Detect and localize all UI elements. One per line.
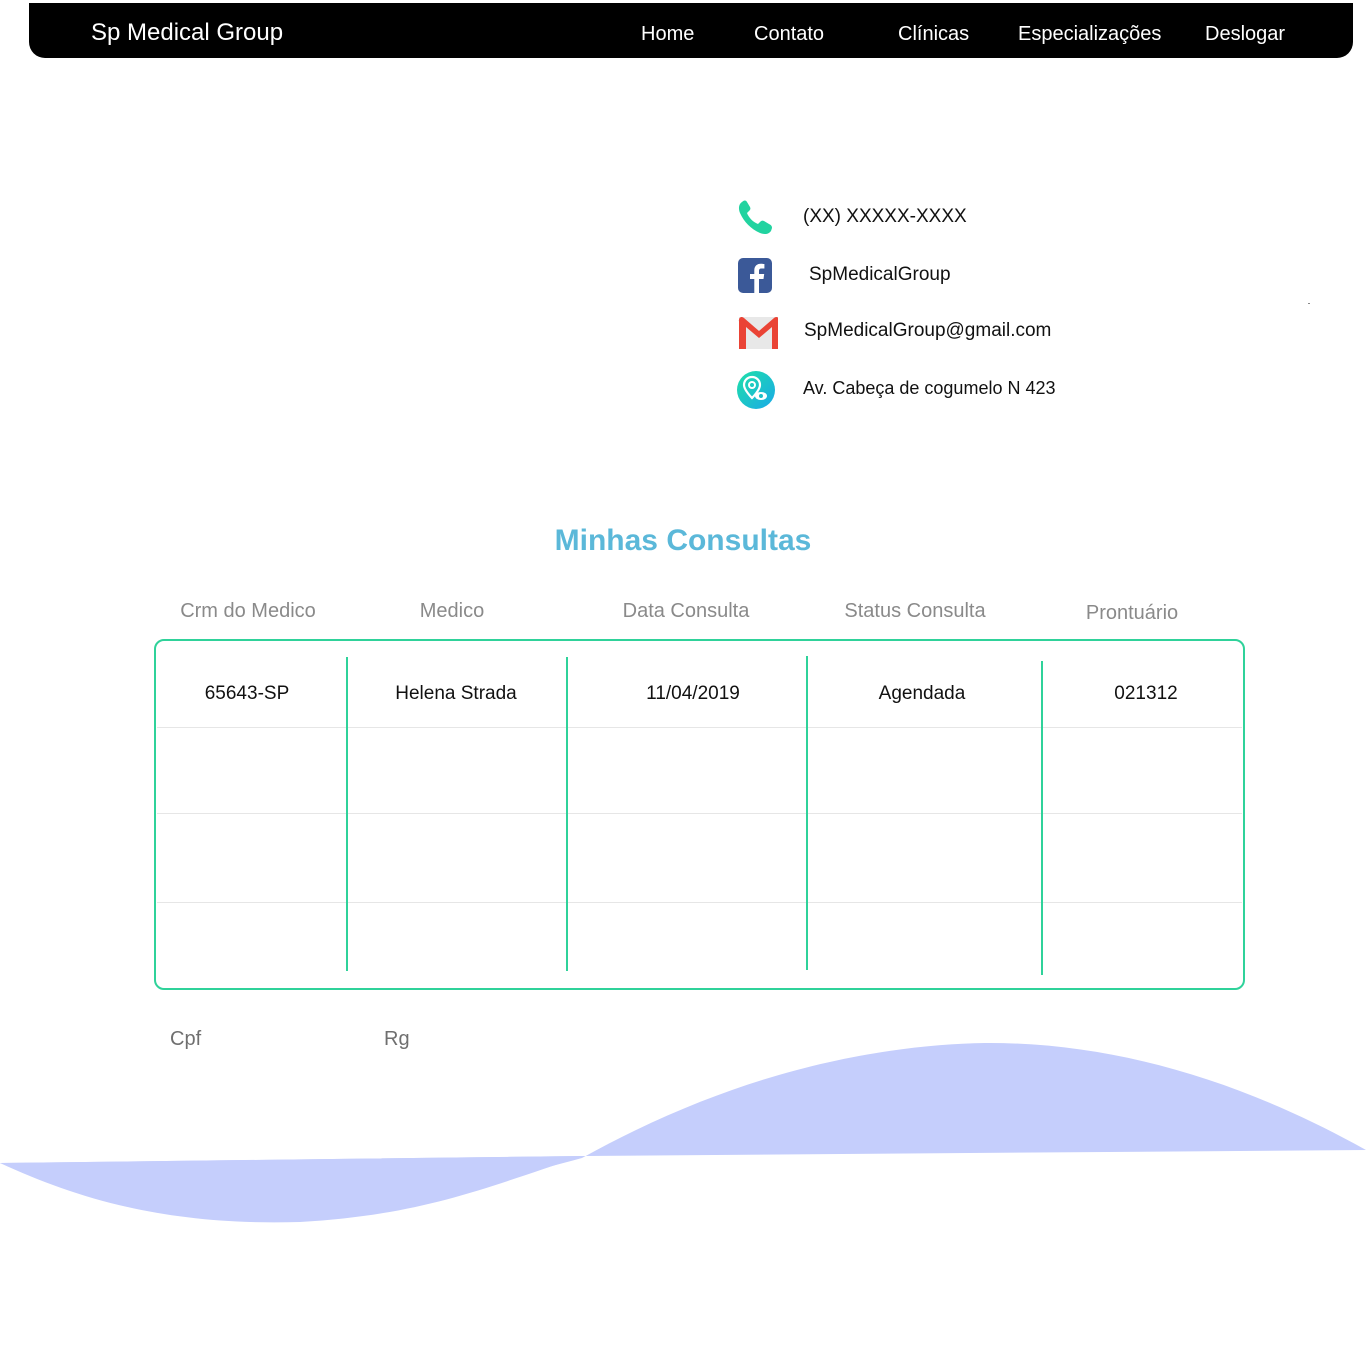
table-column-divider (806, 656, 808, 970)
location-icon (737, 371, 775, 409)
table-row-divider (157, 902, 1242, 903)
col-header-prontuario: Prontuário (1085, 602, 1179, 624)
stray-dot-mark (1308, 303, 1310, 304)
table-column-divider (566, 657, 568, 971)
nav-link-home[interactable]: Home (641, 23, 694, 46)
consultas-title: Minhas Consultas (554, 524, 812, 557)
table-column-divider (346, 657, 348, 971)
gmail-icon[interactable] (736, 312, 778, 352)
contact-facebook-row: SpMedicalGroup (736, 256, 1136, 296)
table-column-divider (1041, 661, 1043, 975)
contact-phone-row: (XX) XXXXX-XXXX (736, 198, 1136, 238)
contact-email-text[interactable]: SpMedicalGroup@gmail.com (804, 320, 1051, 342)
phone-icon (738, 200, 772, 235)
col-header-data: Data Consulta (622, 600, 750, 622)
nav-link-clinicas[interactable]: Clínicas (898, 23, 969, 46)
contact-address-text: Av. Cabeça de cogumelo N 423 (803, 378, 1056, 398)
contact-phone-text: (XX) XXXXX-XXXX (803, 206, 967, 227)
nav-link-deslogar[interactable]: Deslogar (1205, 23, 1285, 46)
facebook-icon[interactable] (736, 256, 778, 296)
col-header-status: Status Consulta (844, 600, 986, 622)
contact-address-row: Av. Cabeça de cogumelo N 423 (736, 370, 1136, 410)
cell-data: 11/04/2019 (646, 683, 740, 704)
col-header-medico: Medico (419, 600, 485, 622)
cell-crm: 65643-SP (204, 683, 290, 704)
contact-email-row: SpMedicalGroup@gmail.com (736, 312, 1136, 352)
table-row-divider (157, 813, 1242, 814)
top-navbar: Sp Medical Group Home Contato Clínicas E… (29, 3, 1353, 58)
cell-prontuario: 021312 (1114, 683, 1178, 704)
brand-title[interactable]: Sp Medical Group (91, 19, 283, 47)
nav-link-especializacoes[interactable]: Especializações (1018, 23, 1161, 46)
col-header-crm: Crm do Medico (180, 600, 316, 622)
table-row-divider (157, 727, 1242, 728)
nav-link-contato[interactable]: Contato (754, 23, 824, 46)
decorative-wave (0, 1042, 1366, 1223)
cell-status: Agendada (878, 683, 966, 704)
cell-medico: Helena Strada (395, 683, 517, 704)
contact-facebook-text[interactable]: SpMedicalGroup (809, 264, 951, 286)
